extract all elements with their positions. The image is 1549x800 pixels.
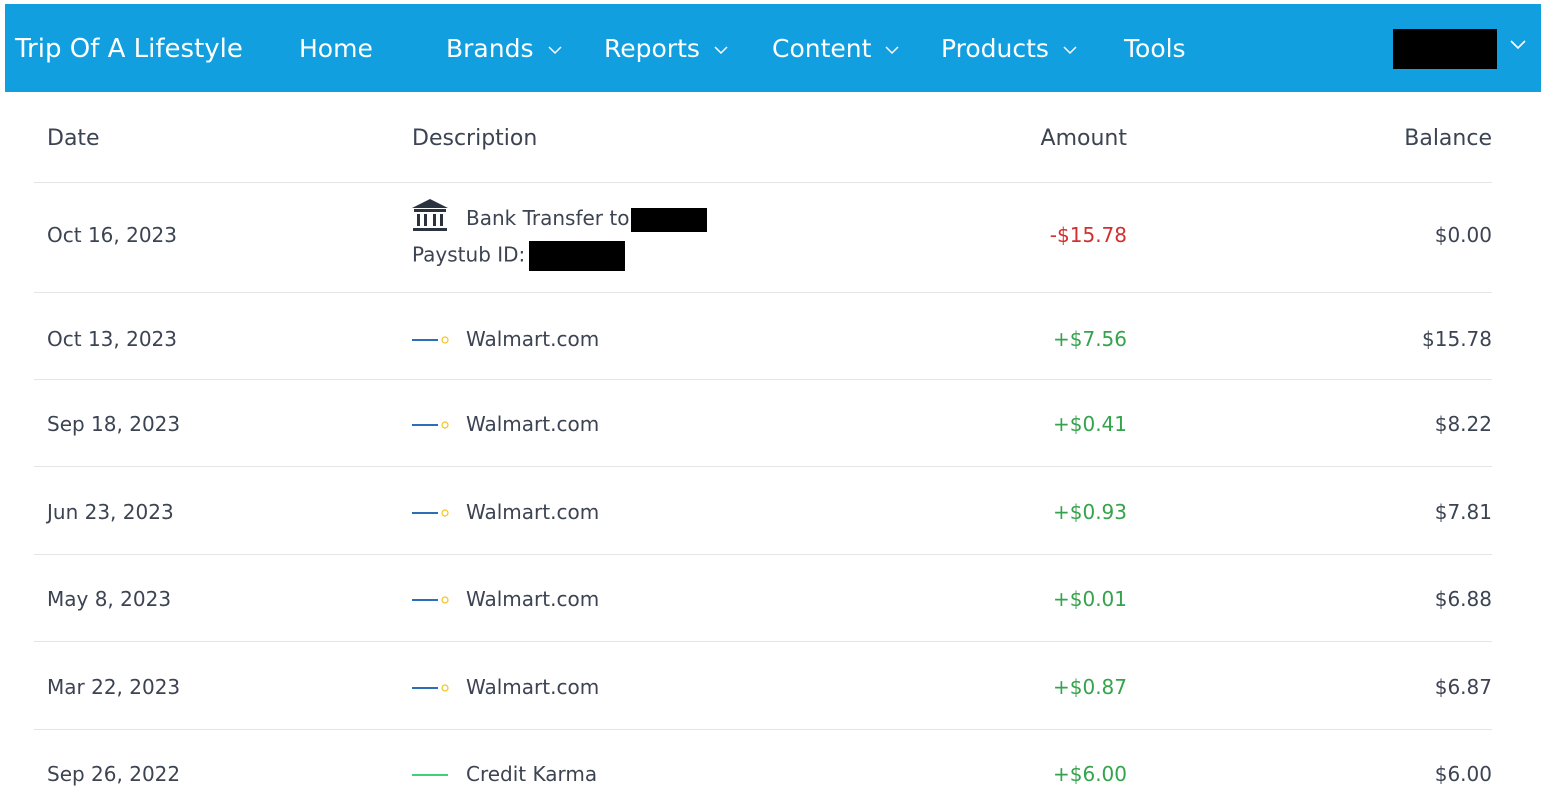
bank-icon (412, 199, 448, 231)
header-date: Date (47, 126, 100, 151)
row-description: Walmart.com (466, 412, 600, 436)
paystub-id: Paystub ID: (412, 241, 626, 271)
transactions-table: Date Description Amount Balance Oct 16, … (34, 92, 1492, 800)
table-row: Jun 23, 2023 Walmart.com +$0.93 $7.81 (34, 467, 1492, 555)
nav-brands-label: Brands (446, 34, 534, 63)
row-amount: +$0.41 (1052, 412, 1127, 436)
row-amount: +$0.01 (1052, 587, 1127, 611)
walmart-logo (412, 596, 449, 604)
row-balance: $15.78 (1422, 327, 1492, 351)
table-row: Oct 13, 2023 Walmart.com +$7.56 $15.78 (34, 293, 1492, 380)
row-balance: $7.81 (1434, 500, 1492, 524)
row-amount: +$0.93 (1052, 500, 1127, 524)
header-balance: Balance (1404, 126, 1492, 151)
row-date: May 8, 2023 (47, 587, 172, 611)
walmart-logo (412, 336, 449, 344)
row-date: Sep 26, 2022 (47, 762, 181, 786)
row-description: Walmart.com (466, 327, 600, 351)
chevron-down-icon (547, 45, 562, 54)
row-balance: $8.22 (1434, 412, 1492, 436)
paystub-id-label: Paystub ID: (412, 242, 526, 267)
walmart-logo (412, 684, 449, 692)
nav-reports-label: Reports (604, 34, 700, 63)
brand-link[interactable]: Trip Of A Lifestyle (15, 34, 243, 64)
walmart-logo (412, 509, 449, 517)
row-balance: $6.88 (1434, 587, 1492, 611)
row-date: Jun 23, 2023 (47, 500, 174, 524)
chevron-down-icon (885, 45, 899, 54)
row-date: Oct 13, 2023 (47, 327, 177, 351)
nav-reports[interactable]: Reports (604, 34, 728, 64)
nav-products-label: Products (941, 34, 1049, 63)
redacted-paystub-id (529, 241, 626, 271)
row-date: Mar 22, 2023 (47, 675, 181, 699)
chevron-down-icon (1063, 45, 1077, 54)
transfer-description-label: Bank Transfer to (466, 206, 630, 230)
chevron-down-icon[interactable] (1510, 40, 1526, 50)
top-navbar: Trip Of A Lifestyle Home Brands Reports … (5, 4, 1541, 92)
nav-products[interactable]: Products (941, 34, 1077, 64)
row-description: Walmart.com (466, 500, 600, 524)
table-row: May 8, 2023 Walmart.com +$0.01 $6.88 (34, 555, 1492, 642)
row-amount: +$6.00 (1052, 762, 1127, 786)
row-amount: +$0.87 (1052, 675, 1127, 699)
row-balance: $0.00 (1434, 223, 1492, 247)
header-description: Description (412, 126, 538, 151)
table-row: Sep 18, 2023 Walmart.com +$0.41 $8.22 (34, 380, 1492, 467)
chevron-down-icon (714, 45, 728, 54)
table-row: Mar 22, 2023 Walmart.com +$0.87 $6.87 (34, 642, 1492, 730)
table-header: Date Description Amount Balance (34, 92, 1492, 183)
transfer-description: Bank Transfer to (466, 206, 708, 232)
row-balance: $6.87 (1434, 675, 1492, 699)
nav-home[interactable]: Home (299, 34, 373, 64)
nav-content[interactable]: Content (772, 34, 899, 64)
row-date: Sep 18, 2023 (47, 412, 181, 436)
user-menu-redacted[interactable] (1393, 29, 1497, 69)
nav-content-label: Content (772, 34, 872, 63)
table-row: Oct 16, 2023 Bank Transfer to Paystub ID… (34, 183, 1492, 293)
credit-karma-logo (412, 774, 448, 776)
row-description: Walmart.com (466, 587, 600, 611)
nav-brands[interactable]: Brands (446, 34, 562, 64)
header-amount: Amount (1040, 126, 1127, 151)
row-date: Oct 16, 2023 (47, 223, 177, 247)
row-description: Walmart.com (466, 675, 600, 699)
walmart-logo (412, 421, 449, 429)
nav-tools[interactable]: Tools (1124, 34, 1186, 64)
row-balance: $6.00 (1434, 762, 1492, 786)
row-amount: -$15.78 (1049, 223, 1127, 247)
row-amount: +$7.56 (1052, 327, 1127, 351)
row-description: Credit Karma (466, 762, 598, 786)
redacted-account (631, 207, 708, 232)
